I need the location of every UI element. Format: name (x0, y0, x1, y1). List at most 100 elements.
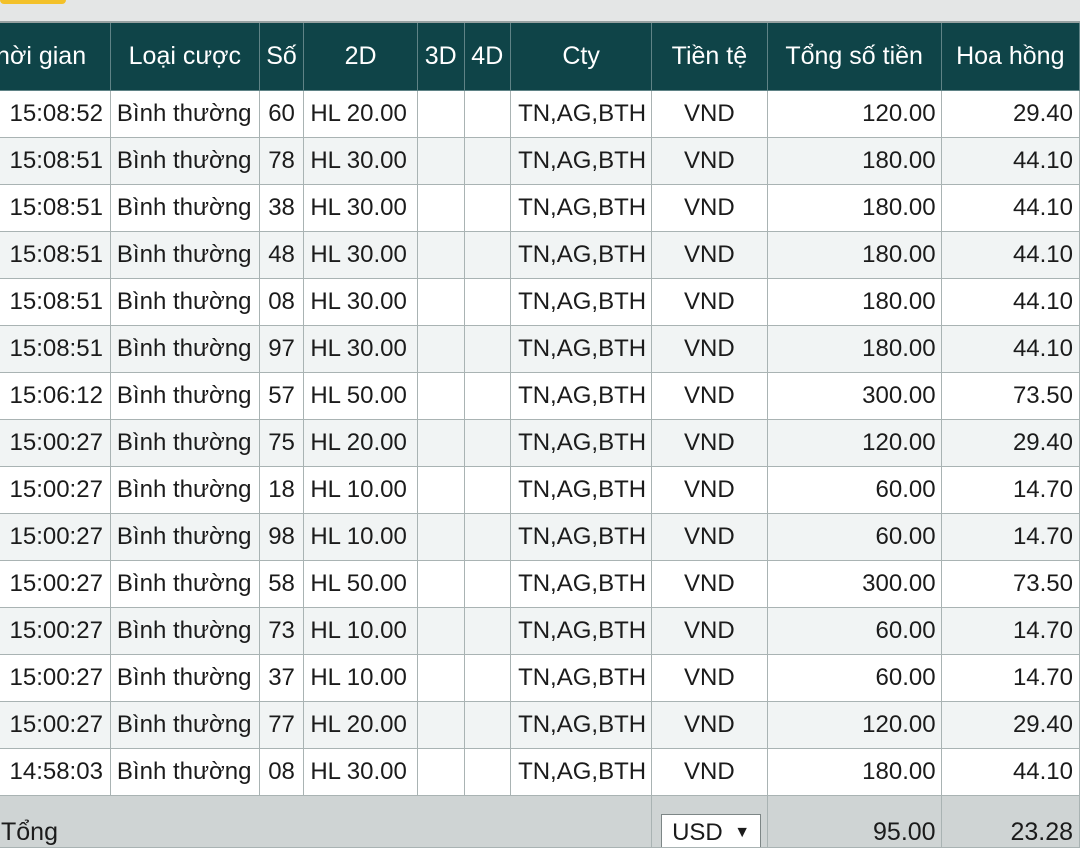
cell-currency: VND (651, 653, 768, 702)
cell-currency: VND (651, 559, 768, 608)
cell-currency: VND (651, 418, 768, 467)
cell-cty: TN,AG,BTH (510, 512, 653, 561)
cell-time: 15:08:52 (0, 89, 111, 138)
cell-2d: HL 30.00 (303, 183, 418, 232)
table-row[interactable]: 15:00:27 Bình thường 58 HL 50.00 TN,AG,BTH VN… (0, 559, 1080, 608)
cell-4d (463, 465, 512, 514)
cell-2d: HL 10.00 (303, 465, 418, 514)
column-header-number[interactable]: Số (258, 21, 305, 91)
cell-2d: HL 30.00 (303, 136, 418, 185)
cell-4d (463, 512, 512, 561)
cell-currency: VND (651, 512, 768, 561)
cell-cty: TN,AG,BTH (510, 700, 653, 749)
cell-4d (463, 136, 512, 185)
column-header-4d[interactable]: 4D (463, 21, 512, 91)
cell-cty: TN,AG,BTH (510, 606, 653, 655)
cell-number: 18 (258, 465, 305, 514)
cell-time: 15:00:27 (0, 512, 111, 561)
cell-2d: HL 20.00 (303, 700, 418, 749)
total-amount: 95.00 (766, 794, 942, 848)
cell-commission: 44.10 (940, 277, 1080, 326)
cell-bet-type: Bình thường (109, 653, 260, 702)
cell-commission: 14.70 (940, 653, 1080, 702)
currency-select[interactable]: USD ▼ (661, 813, 762, 846)
cell-bet-type: Bình thường (109, 606, 260, 655)
cell-time: 15:00:27 (0, 700, 111, 749)
cell-4d (463, 700, 512, 749)
table-row[interactable]: 15:08:51 Bình thường 48 HL 30.00 TN,AG,BTH VN… (0, 230, 1080, 279)
cell-cty: TN,AG,BTH (510, 559, 653, 608)
table-row[interactable]: 15:00:27 Bình thường 75 HL 20.00 TN,AG,BTH VN… (0, 418, 1080, 467)
chevron-down-icon: ▼ (734, 823, 751, 841)
cell-total-amount: 120.00 (766, 89, 942, 138)
cell-number: 38 (258, 183, 305, 232)
cell-commission: 14.70 (940, 606, 1080, 655)
cell-number: 75 (258, 418, 305, 467)
cell-number: 77 (258, 700, 305, 749)
column-header-currency[interactable]: Tiền tệ (651, 21, 768, 91)
column-header-time[interactable]: Thời gian (0, 21, 111, 91)
table-row[interactable]: 15:08:52 Bình thường 60 HL 20.00 TN,AG,BTH VN… (0, 89, 1080, 138)
cell-bet-type: Bình thường (109, 371, 260, 420)
table-body: 15:08:52 Bình thường 60 HL 20.00 TN,AG,BTH VN… (0, 89, 1080, 796)
cell-2d: HL 30.00 (303, 324, 418, 373)
cell-4d (463, 230, 512, 279)
table-row[interactable]: 15:08:51 Bình thường 38 HL 30.00 TN,AG,BTH VN… (0, 183, 1080, 232)
column-header-2d[interactable]: 2D (303, 21, 418, 91)
table-row[interactable]: 15:06:12 Bình thường 57 HL 50.00 TN,AG,BTH VN… (0, 371, 1080, 420)
column-header-3d[interactable]: 3D (416, 21, 465, 91)
table-row[interactable]: 15:08:51 Bình thường 78 HL 30.00 TN,AG,BTH VN… (0, 136, 1080, 185)
column-header-bet-type[interactable]: Loại cược (109, 21, 260, 91)
table-row[interactable]: 15:00:27 Bình thường 73 HL 10.00 TN,AG,BTH VN… (0, 606, 1080, 655)
cell-time: 15:00:27 (0, 559, 111, 608)
cell-2d: HL 50.00 (303, 371, 418, 420)
cell-commission: 29.40 (940, 89, 1080, 138)
cell-commission: 73.50 (940, 371, 1080, 420)
cell-number: 60 (258, 89, 305, 138)
total-row: Tổng USD ▼ 95.00 23.28 (0, 794, 1080, 848)
cell-cty: TN,AG,BTH (510, 653, 653, 702)
cell-bet-type: Bình thường (109, 136, 260, 185)
table-row[interactable]: 15:00:27 Bình thường 37 HL 10.00 TN,AG,BTH VN… (0, 653, 1080, 702)
cell-cty: TN,AG,BTH (510, 747, 653, 796)
table-row[interactable]: 15:00:27 Bình thường 18 HL 10.00 TN,AG,BTH VN… (0, 465, 1080, 514)
cell-3d (416, 371, 465, 420)
column-header-cty[interactable]: Cty (510, 21, 653, 91)
cell-cty: TN,AG,BTH (510, 89, 653, 138)
table-row[interactable]: 15:08:51 Bình thường 08 HL 30.00 TN,AG,BTH VN… (0, 277, 1080, 326)
cell-bet-type: Bình thường (109, 700, 260, 749)
column-header-commission[interactable]: Hoa hồng (940, 21, 1080, 91)
cell-commission: 44.10 (940, 747, 1080, 796)
cell-cty: TN,AG,BTH (510, 183, 653, 232)
cell-time: 15:08:51 (0, 277, 111, 326)
cell-commission: 29.40 (940, 700, 1080, 749)
active-tab-indicator[interactable] (0, 0, 66, 4)
cell-cty: TN,AG,BTH (510, 136, 653, 185)
cell-total-amount: 300.00 (766, 559, 942, 608)
column-header-total-amount[interactable]: Tổng số tiền (766, 21, 942, 91)
cell-time: 15:00:27 (0, 606, 111, 655)
total-commission: 23.28 (940, 794, 1080, 848)
cell-total-amount: 120.00 (766, 700, 942, 749)
cell-total-amount: 180.00 (766, 230, 942, 279)
table-row[interactable]: 14:58:03 Bình thường 08 HL 30.00 TN,AG,BTH VN… (0, 747, 1080, 796)
table-row[interactable]: 15:00:27 Bình thường 77 HL 20.00 TN,AG,BTH VN… (0, 700, 1080, 749)
cell-time: 15:08:51 (0, 183, 111, 232)
cell-3d (416, 418, 465, 467)
bet-history-table: Thời gianLoại cượcSố2D3D4DCtyTiền tệTổng… (0, 21, 1080, 848)
cell-3d (416, 324, 465, 373)
cell-3d (416, 277, 465, 326)
cell-number: 48 (258, 230, 305, 279)
table-row[interactable]: 15:00:27 Bình thường 98 HL 10.00 TN,AG,BTH VN… (0, 512, 1080, 561)
cell-time: 15:08:51 (0, 136, 111, 185)
cell-4d (463, 418, 512, 467)
cell-total-amount: 60.00 (766, 465, 942, 514)
cell-number: 57 (258, 371, 305, 420)
cell-bet-type: Bình thường (109, 89, 260, 138)
cell-cty: TN,AG,BTH (510, 418, 653, 467)
table-row[interactable]: 15:08:51 Bình thường 97 HL 30.00 TN,AG,BTH VN… (0, 324, 1080, 373)
cell-commission: 44.10 (940, 183, 1080, 232)
cell-2d: HL 10.00 (303, 606, 418, 655)
table-header: Thời gianLoại cượcSố2D3D4DCtyTiền tệTổng… (0, 21, 1080, 91)
cell-number: 78 (258, 136, 305, 185)
